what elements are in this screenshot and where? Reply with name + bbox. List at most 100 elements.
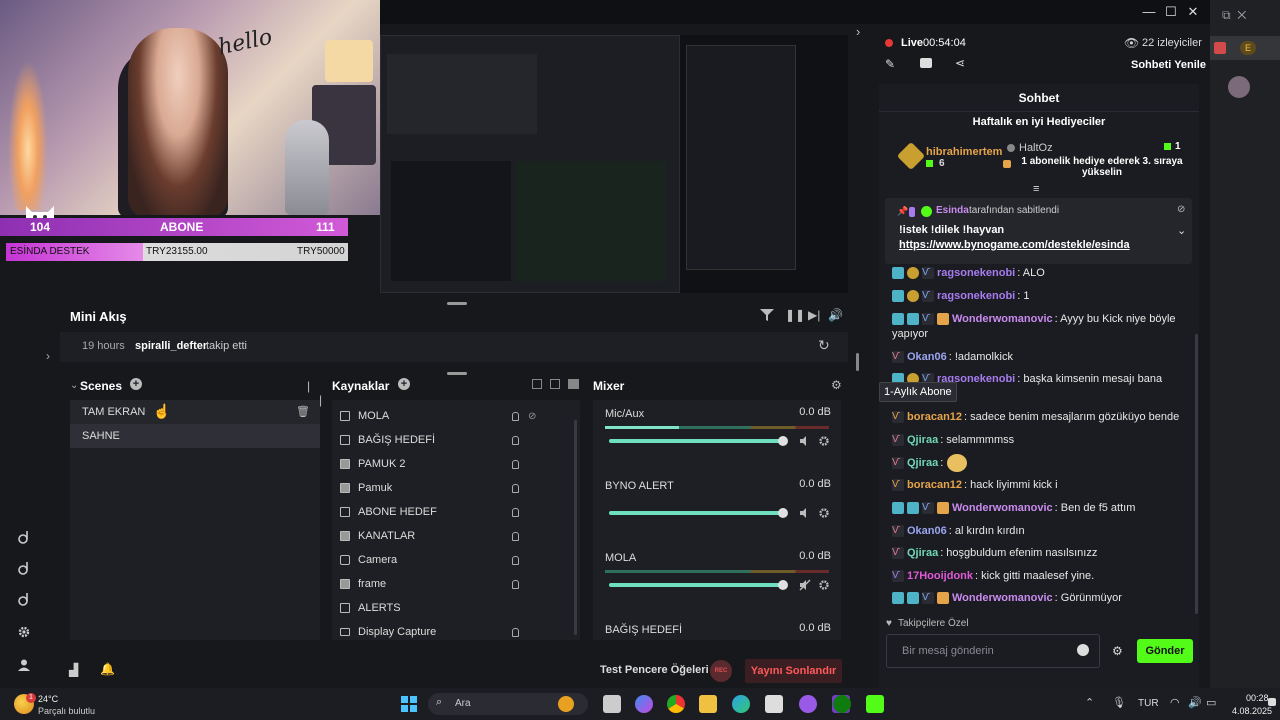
trash-icon[interactable]: 🗑 bbox=[296, 400, 310, 424]
chat-username[interactable]: ragsonekenobi bbox=[937, 290, 1015, 302]
copilot-icon[interactable] bbox=[635, 695, 653, 713]
minimize-icon[interactable]: — bbox=[1140, 3, 1158, 21]
collapse-chevron-icon[interactable]: ⌄ bbox=[70, 380, 78, 391]
chat-username[interactable]: boracan12 bbox=[907, 479, 962, 491]
source-item[interactable]: KANATLAR bbox=[332, 524, 580, 548]
lock-icon[interactable] bbox=[512, 531, 519, 541]
chat-username[interactable]: Qjiraa bbox=[907, 547, 938, 559]
add-source-icon[interactable]: + bbox=[398, 378, 410, 390]
expand-chevron-icon[interactable]: ⌄ bbox=[1177, 224, 1186, 237]
collapse-right-icon[interactable]: › bbox=[856, 24, 860, 39]
folder-icon[interactable] bbox=[568, 379, 579, 389]
notification-icon[interactable] bbox=[1268, 698, 1276, 706]
source-item[interactable]: Camera bbox=[332, 548, 580, 572]
volume-icon[interactable]: 🔊 bbox=[828, 308, 843, 322]
lock-icon[interactable] bbox=[512, 507, 519, 517]
windows-start-icon[interactable] bbox=[400, 695, 418, 713]
edge-icon[interactable] bbox=[732, 695, 750, 713]
record-button[interactable]: REC bbox=[710, 660, 732, 682]
source-item[interactable]: Display Capture bbox=[332, 620, 580, 644]
resize-handle[interactable] bbox=[447, 302, 467, 305]
pinned-link[interactable]: https://www.bynogame.com/destekle/esinda bbox=[899, 239, 1130, 251]
skip-icon[interactable]: ▶| bbox=[808, 308, 820, 322]
volume-slider[interactable] bbox=[609, 580, 788, 590]
filter-icon[interactable] bbox=[760, 309, 774, 321]
profile-avatar[interactable] bbox=[1228, 76, 1250, 98]
lock-icon[interactable] bbox=[512, 579, 519, 589]
lock-icon[interactable] bbox=[512, 411, 519, 421]
lock-icon[interactable] bbox=[512, 483, 519, 493]
tiktok-icon[interactable] bbox=[17, 530, 31, 544]
end-stream-button[interactable]: Yayını Sonlandır bbox=[745, 659, 842, 683]
source-filter-icon[interactable] bbox=[550, 379, 560, 389]
wifi-icon[interactable]: ◠ bbox=[1170, 696, 1180, 709]
unpin-icon[interactable]: ⊘ bbox=[1177, 204, 1185, 215]
send-button[interactable]: Gönder bbox=[1137, 639, 1193, 663]
user-icon[interactable] bbox=[17, 658, 31, 672]
scene-item[interactable]: TAM EKRAN 🗑 bbox=[70, 400, 320, 424]
test-widgets-label[interactable]: Test Pencere Öğeleri bbox=[600, 664, 709, 676]
tiktok-icon[interactable] bbox=[17, 561, 31, 575]
volume-slider[interactable] bbox=[609, 436, 788, 446]
taskbar-search[interactable]: ⌕ Ara bbox=[428, 693, 588, 715]
volume-tray-icon[interactable]: 🔊 bbox=[1188, 696, 1202, 709]
chrome-icon[interactable] bbox=[667, 695, 685, 713]
source-item[interactable]: PAMUK 2 bbox=[332, 452, 580, 476]
speaker-icon[interactable] bbox=[799, 435, 811, 447]
scrollbar-thumb[interactable] bbox=[856, 353, 859, 371]
resize-handle[interactable] bbox=[447, 372, 467, 375]
clock-date[interactable]: 4.08.2025 bbox=[1232, 706, 1272, 716]
store-icon[interactable] bbox=[765, 695, 783, 713]
chat-scrollbar[interactable] bbox=[1195, 334, 1198, 614]
gear-icon[interactable] bbox=[818, 435, 830, 447]
language-indicator[interactable]: TUR bbox=[1138, 698, 1159, 709]
bookmark-icon[interactable] bbox=[1214, 42, 1226, 54]
extension-icon[interactable]: E bbox=[1240, 41, 1256, 55]
lock-icon[interactable] bbox=[512, 555, 519, 565]
chat-username[interactable]: boracan12 bbox=[907, 411, 962, 423]
tiktok-icon[interactable] bbox=[17, 592, 31, 606]
chat-username[interactable]: Wonderwomanovic bbox=[952, 592, 1053, 604]
file-explorer-icon[interactable] bbox=[699, 695, 717, 713]
gear-icon[interactable] bbox=[818, 507, 830, 519]
sources-scrollbar[interactable] bbox=[574, 420, 577, 635]
scene-item-selected[interactable]: SAHNE bbox=[70, 424, 320, 448]
share-icon[interactable]: ⋖ bbox=[955, 56, 965, 70]
notification-bell-icon[interactable]: 🔔 bbox=[100, 662, 115, 676]
volume-slider[interactable] bbox=[609, 508, 788, 518]
task-view-icon[interactable] bbox=[603, 695, 621, 713]
add-scene-icon[interactable]: + bbox=[130, 378, 142, 390]
chat-input[interactable]: Bir mesaj gönderin bbox=[886, 634, 1100, 668]
source-item[interactable]: frame bbox=[332, 572, 580, 596]
refresh-chat-button[interactable]: Sohbeti Yenile bbox=[1131, 59, 1206, 71]
clock-time[interactable]: 00:28 bbox=[1246, 693, 1269, 703]
chat-username[interactable]: Okan06 bbox=[907, 525, 947, 537]
video-camera-icon[interactable] bbox=[920, 58, 932, 68]
source-item[interactable]: ABONE HEDEF bbox=[332, 500, 580, 524]
tray-chevron-icon[interactable]: ⌃ bbox=[1085, 696, 1094, 709]
battery-icon[interactable]: ▭ bbox=[1206, 696, 1216, 709]
settings-gear-icon[interactable] bbox=[17, 625, 31, 639]
chat-username[interactable]: Qjiraa bbox=[907, 434, 938, 446]
emoji-icon[interactable] bbox=[1077, 644, 1089, 656]
gear-icon[interactable] bbox=[818, 579, 830, 591]
lock-icon[interactable] bbox=[512, 627, 519, 637]
maximize-icon[interactable]: ☐ bbox=[1162, 3, 1180, 21]
chat-username[interactable]: ragsonekenobi bbox=[937, 267, 1015, 279]
source-properties-icon[interactable] bbox=[532, 379, 542, 389]
lock-icon[interactable] bbox=[512, 459, 519, 469]
app-icon[interactable] bbox=[799, 695, 817, 713]
speaker-icon[interactable] bbox=[799, 507, 811, 519]
stats-icon[interactable]: ▟ bbox=[69, 663, 78, 677]
refresh-icon[interactable]: ↻ bbox=[818, 337, 830, 354]
collapse-gifters-icon[interactable]: ≡ bbox=[1033, 183, 1039, 195]
xbox-icon[interactable] bbox=[833, 695, 851, 713]
chat-username[interactable]: Qjiraa bbox=[907, 457, 938, 469]
close-icon[interactable]: ✕ bbox=[1184, 3, 1202, 21]
kick-studio-icon[interactable] bbox=[866, 695, 884, 713]
speaker-muted-icon[interactable] bbox=[799, 579, 811, 591]
lock-icon[interactable] bbox=[512, 435, 519, 445]
pause-icon[interactable]: ❚❚ bbox=[785, 308, 805, 322]
mic-tray-icon[interactable]: 🎙 bbox=[1112, 696, 1126, 709]
eye-hidden-icon[interactable]: ⊘ bbox=[528, 411, 536, 422]
